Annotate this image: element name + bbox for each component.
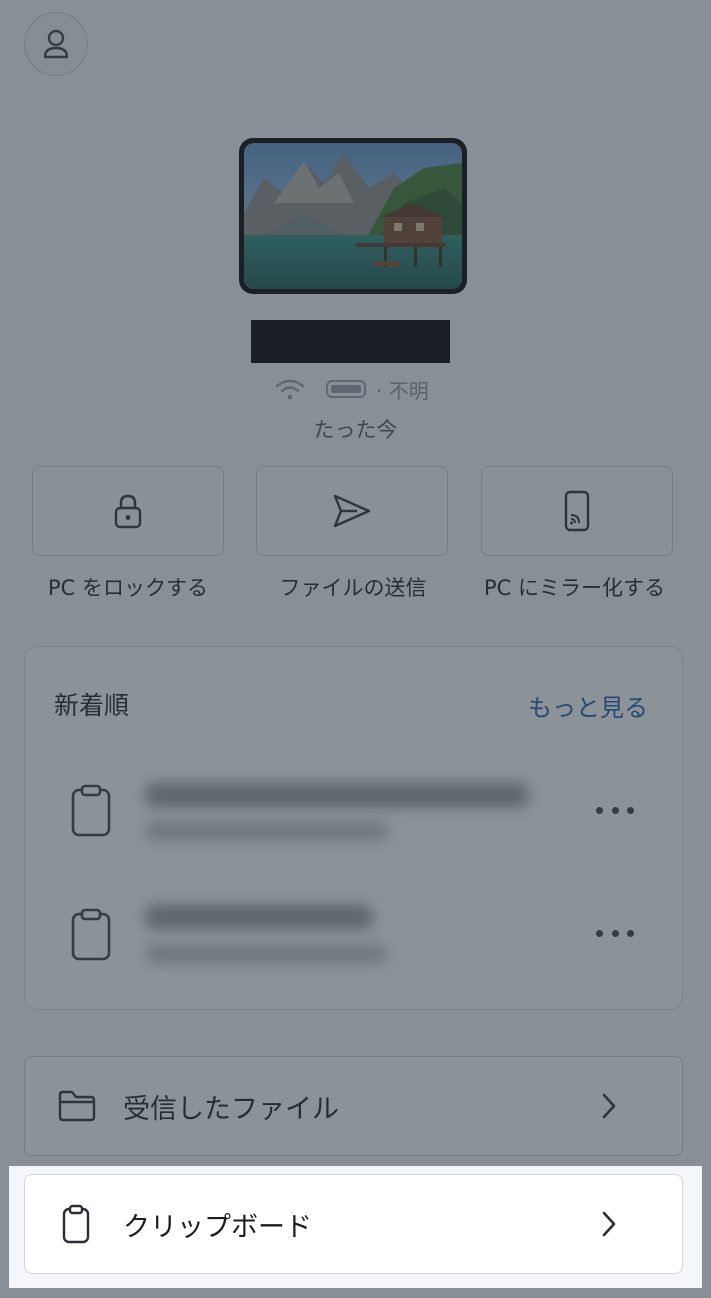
clipboard-icon bbox=[62, 1204, 90, 1244]
last-seen-text: たった今 bbox=[313, 418, 398, 442]
recent-item-1-title-blurred bbox=[146, 783, 528, 807]
clipboard-icon bbox=[71, 784, 111, 837]
mirror-to-pc-button[interactable] bbox=[481, 466, 673, 556]
recent-item-2-title-blurred bbox=[146, 905, 372, 929]
chevron-right-icon bbox=[602, 1093, 616, 1119]
clipboard-row[interactable]: クリップボード bbox=[24, 1174, 683, 1274]
device-status-row: · 不明 bbox=[274, 375, 444, 403]
send-files-button[interactable] bbox=[256, 466, 448, 556]
person-icon bbox=[43, 29, 69, 59]
battery-icon bbox=[326, 380, 366, 398]
see-more-link[interactable]: もっと見る bbox=[528, 688, 648, 723]
lock-icon bbox=[114, 494, 142, 529]
mirror-to-pc-label: PC にミラー化する bbox=[484, 576, 666, 600]
recent-item-1-subtitle-blurred bbox=[146, 822, 388, 840]
battery-status-text: · 不明 bbox=[376, 378, 429, 403]
account-avatar-button[interactable] bbox=[24, 12, 88, 76]
recent-item-2-more-button[interactable] bbox=[596, 921, 634, 945]
lock-pc-label: PC をロックする bbox=[47, 576, 208, 600]
wifi-icon bbox=[275, 379, 305, 400]
send-icon bbox=[333, 494, 371, 528]
received-files-row[interactable]: 受信したファイル bbox=[24, 1056, 683, 1156]
recent-item-2-subtitle-blurred bbox=[146, 945, 386, 963]
device-wallpaper-image bbox=[239, 138, 467, 294]
recent-item-1-more-button[interactable] bbox=[596, 798, 634, 822]
clipboard-icon bbox=[71, 908, 111, 961]
received-files-label: 受信したファイル bbox=[123, 1093, 339, 1125]
send-files-label: ファイルの送信 bbox=[279, 576, 427, 600]
folder-icon bbox=[58, 1090, 96, 1122]
chevron-right-icon bbox=[602, 1211, 616, 1237]
lock-pc-button[interactable] bbox=[32, 466, 224, 556]
device-name-redacted bbox=[251, 320, 450, 363]
clipboard-label: クリップボード bbox=[123, 1211, 312, 1243]
recent-title: 新着順 bbox=[54, 691, 130, 720]
cast-phone-icon bbox=[564, 490, 590, 532]
